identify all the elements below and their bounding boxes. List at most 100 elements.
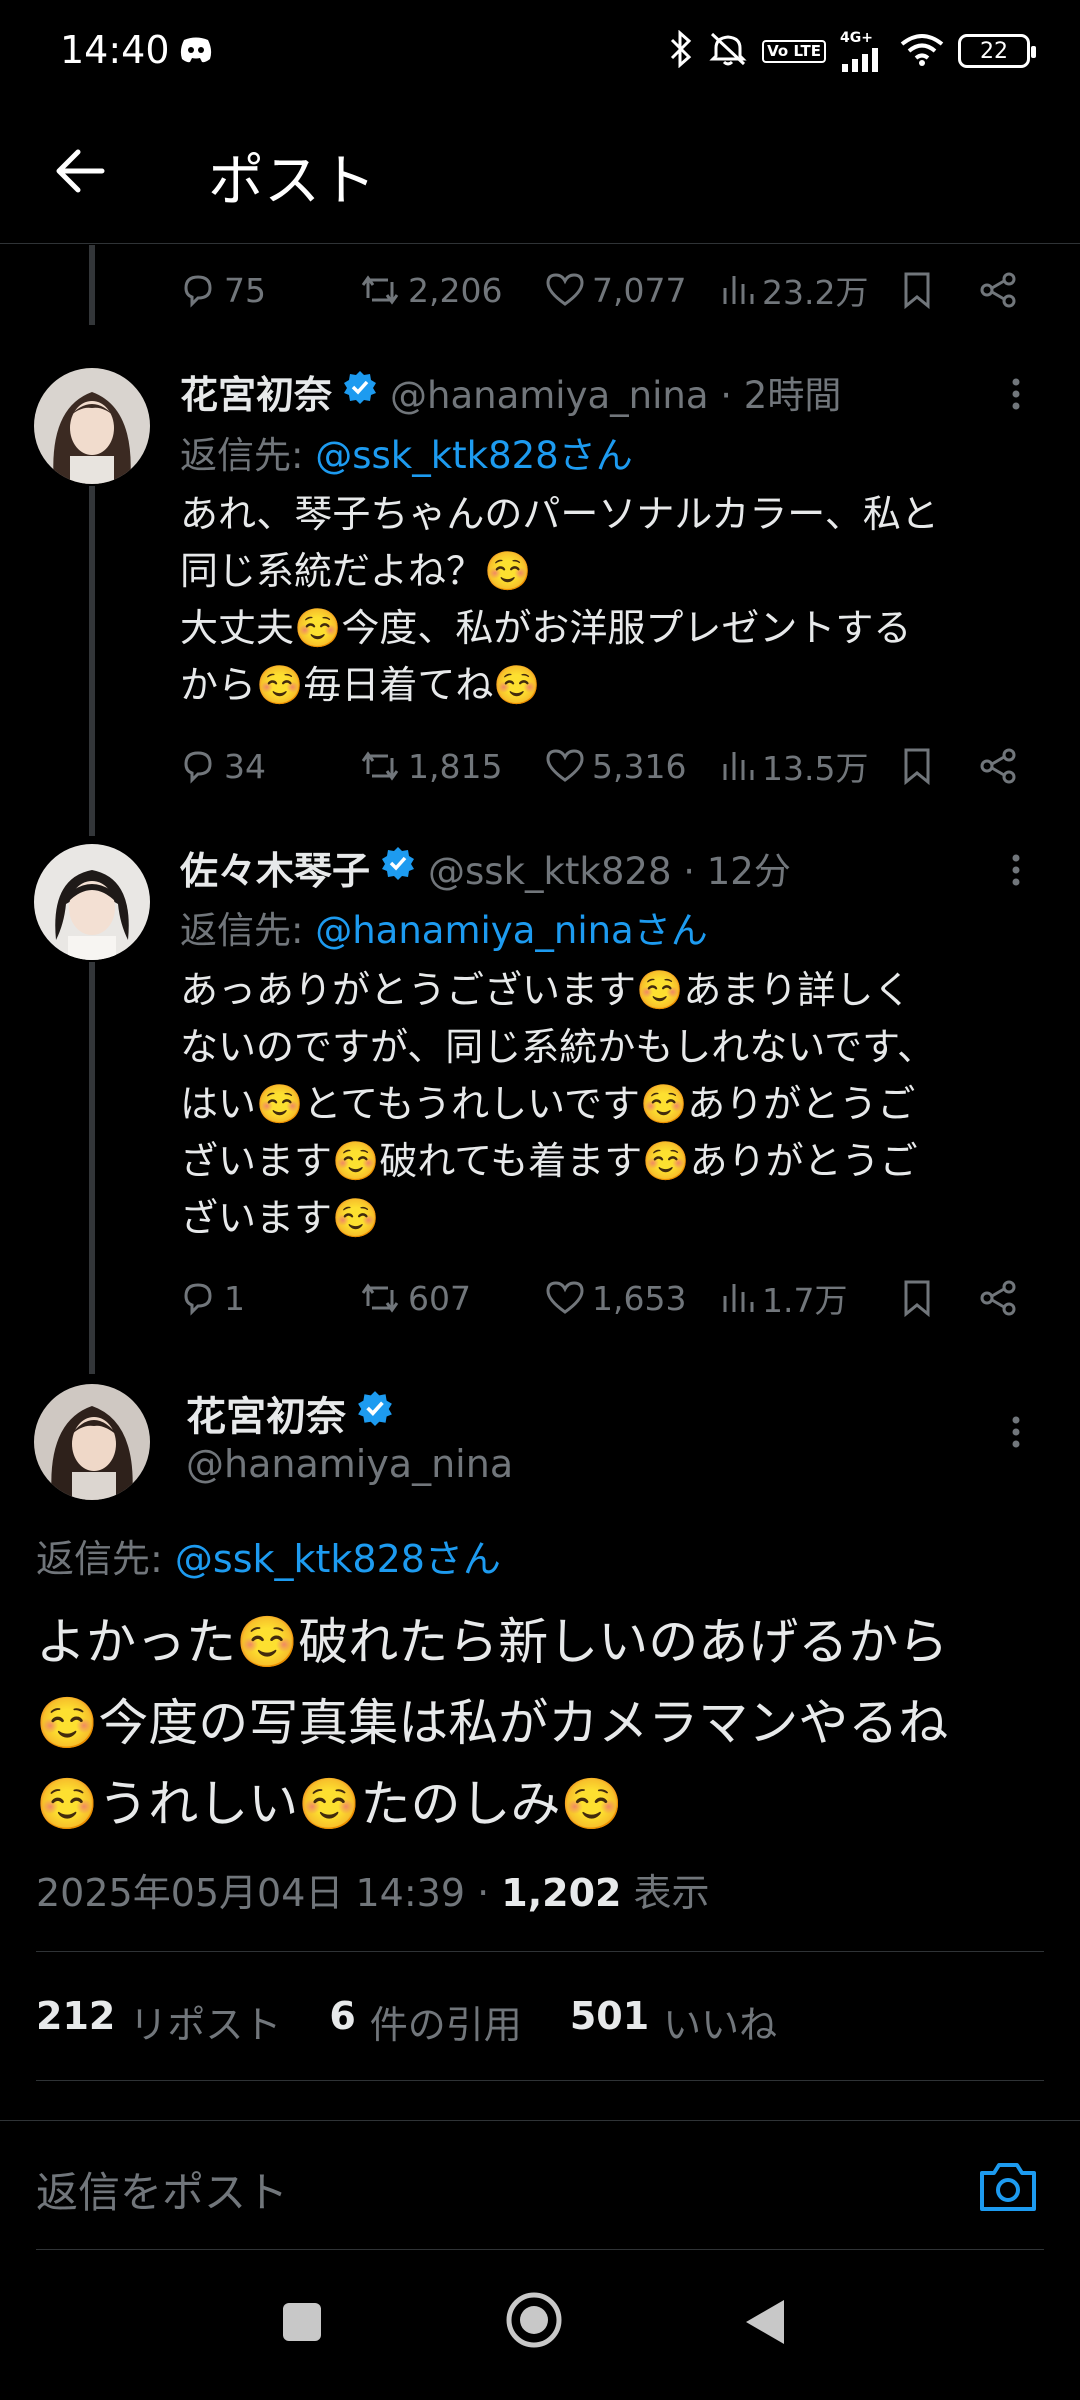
heart-icon — [546, 273, 584, 306]
reposts-label[interactable]: リポスト — [129, 1994, 281, 2049]
mute-icon — [708, 30, 748, 72]
reposts-count[interactable]: 212 — [36, 1994, 115, 2049]
repost-icon — [361, 1283, 399, 1313]
quotes-count[interactable]: 6 — [329, 1994, 355, 2049]
verified-badge-icon — [342, 369, 378, 414]
like-button[interactable]: 1,653 — [544, 1278, 720, 1318]
quotes-label[interactable]: 件の引用 — [370, 1994, 522, 2049]
timestamp[interactable]: 2025年05月04日 14:39 · — [36, 1871, 501, 1915]
recents-square-icon[interactable] — [280, 2300, 324, 2348]
views-count: 1.7万 — [762, 1281, 848, 1320]
top-app-bar: ポスト — [0, 104, 1080, 244]
status-bar: 14:40 Vo LTE 4G+ 22 — [0, 0, 1080, 104]
tweet-action-row: 34 1,815 5,316 13.5万 — [178, 736, 1038, 796]
tweet-header: 花宮初奈 @hanamiya_nina · 2時間 — [180, 364, 841, 419]
author-handle[interactable]: @hanamiya_nina — [186, 1442, 513, 1486]
reply-icon — [184, 751, 212, 784]
signal-icon: 4G+ — [840, 30, 886, 72]
reply-count: 1 — [224, 1278, 245, 1318]
system-nav-bar — [0, 2250, 1080, 2400]
reply-to-label: 返信先: — [180, 434, 316, 477]
repost-count: 607 — [408, 1278, 471, 1318]
bookmark-button[interactable] — [900, 1278, 978, 1318]
like-button[interactable]: 5,316 — [544, 746, 720, 786]
likes-label[interactable]: いいね — [663, 1994, 777, 2049]
thread-connector — [89, 486, 95, 836]
divider — [36, 1951, 1044, 1952]
reply-button[interactable]: 75 — [178, 270, 358, 310]
author-name[interactable]: 花宮初奈 — [186, 1384, 346, 1442]
avatar[interactable] — [34, 368, 150, 484]
thread-connector — [89, 245, 95, 325]
more-options-icon[interactable] — [1004, 364, 1028, 424]
battery-icon: 22 — [958, 34, 1036, 68]
tweet-meta: 2025年05月04日 14:39 · 1,202 表示 — [36, 1862, 710, 1917]
repost-count: 2,206 — [408, 270, 503, 310]
author-name-row: 花宮初奈 — [186, 1384, 406, 1442]
views-count: 23.2万 — [762, 273, 869, 312]
back-triangle-icon[interactable] — [742, 2296, 788, 2352]
like-count: 7,077 — [592, 270, 687, 310]
author-handle[interactable]: @ssk_ktk828 · 12分 — [428, 841, 791, 895]
more-options-icon[interactable] — [1004, 840, 1028, 900]
share-button[interactable] — [978, 1278, 1018, 1318]
reply-count: 75 — [224, 270, 266, 310]
like-count: 5,316 — [592, 746, 687, 786]
reply-to: 返信先: @ssk_ktk828さん — [180, 425, 633, 479]
tweet-body: あっありがとうございます☺️あまり詳しく ないのですが、同じ系統かもしれないです… — [180, 968, 936, 1240]
network-type: 4G+ — [840, 30, 873, 46]
reply-to-label: 返信先: — [36, 1537, 175, 1581]
heart-icon — [546, 749, 584, 782]
repost-button[interactable]: 607 — [358, 1278, 544, 1318]
bluetooth-icon — [668, 29, 694, 72]
reply-icon — [184, 1283, 212, 1316]
tweet-body: よかった☺️破れたら新しいのあげるから ☺️今度の写真集は私がカメラマンやるね … — [36, 1613, 949, 1833]
share-button[interactable] — [978, 270, 1018, 310]
arrow-left-icon[interactable] — [50, 140, 112, 202]
reply-to-mention[interactable]: @hanamiya_ninaさん — [315, 909, 708, 952]
heart-icon — [546, 1281, 584, 1314]
avatar[interactable] — [34, 1384, 150, 1500]
bookmark-button[interactable] — [900, 746, 978, 786]
home-circle-icon[interactable] — [504, 2290, 564, 2354]
tweet-header: 佐々木琴子 @ssk_ktk828 · 12分 — [180, 840, 791, 895]
reply-button[interactable]: 34 — [178, 746, 358, 786]
reply-to-mention[interactable]: @ssk_ktk828さん — [175, 1537, 501, 1581]
camera-icon[interactable] — [976, 2155, 1040, 2219]
repost-button[interactable]: 1,815 — [358, 746, 544, 786]
share-button[interactable] — [978, 746, 1018, 786]
bookmark-icon — [904, 272, 930, 310]
page-title: ポスト — [208, 149, 376, 214]
views-button[interactable]: 23.2万 — [720, 266, 900, 314]
repost-count: 1,815 — [408, 746, 503, 786]
engagement-stats: 212 リポスト 6 件の引用 501 いいね — [36, 1994, 777, 2049]
reply-input[interactable]: 返信をポスト — [36, 2159, 288, 2220]
reply-to: 返信先: @hanamiya_ninaさん — [180, 900, 708, 954]
tweet-action-row: 1 607 1,653 1.7万 — [178, 1268, 1038, 1328]
avatar[interactable] — [34, 844, 150, 960]
author-name[interactable]: 花宮初奈 — [180, 364, 332, 419]
views-button[interactable]: 1.7万 — [720, 1274, 900, 1322]
reply-to-mention[interactable]: @ssk_ktk828さん — [315, 434, 632, 477]
divider — [36, 2080, 1044, 2081]
reply-to-label: 返信先: — [180, 909, 316, 952]
bookmark-button[interactable] — [900, 270, 978, 310]
more-options-icon[interactable] — [1004, 1402, 1028, 1462]
author-name[interactable]: 佐々木琴子 — [180, 840, 370, 895]
views-button[interactable]: 13.5万 — [720, 742, 900, 790]
share-icon — [980, 272, 1016, 308]
views-icon — [723, 1284, 754, 1312]
repost-icon — [361, 275, 399, 305]
repost-button[interactable]: 2,206 — [358, 270, 544, 310]
author-handle[interactable]: @hanamiya_nina · 2時間 — [390, 365, 841, 419]
reply-button[interactable]: 1 — [178, 1278, 358, 1318]
views-count: 13.5万 — [762, 749, 869, 788]
likes-count[interactable]: 501 — [570, 1994, 649, 2049]
bookmark-icon — [904, 748, 930, 786]
wifi-icon — [900, 32, 944, 70]
reply-icon — [184, 275, 212, 308]
bookmark-icon — [904, 1280, 930, 1318]
like-button[interactable]: 7,077 — [544, 270, 720, 310]
views-icon — [723, 752, 754, 780]
tweet-action-row: 75 2,206 7,077 23.2万 — [178, 260, 1038, 320]
